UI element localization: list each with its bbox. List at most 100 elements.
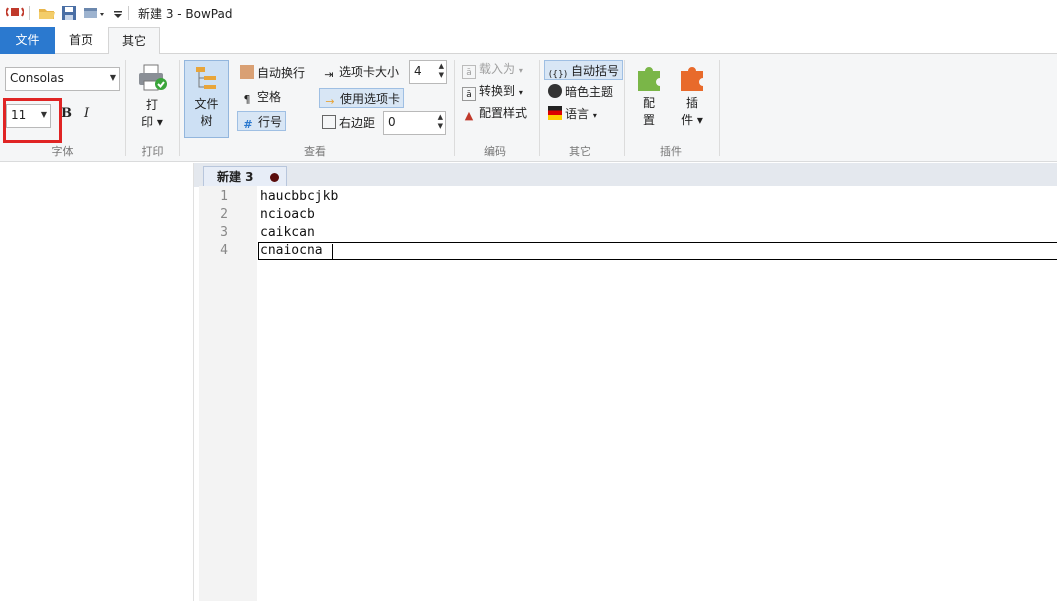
tab-home[interactable]: 首页 (55, 27, 107, 54)
group-label-font: 字体 (51, 145, 74, 158)
pilcrow-icon: ¶ (243, 93, 251, 106)
line-numbers-label: 行号 (258, 115, 283, 129)
tab-size-value: 4 (414, 64, 422, 78)
tab-arrow-icon: ⇥ (324, 68, 334, 81)
chevron-down-icon: ▼ (109, 73, 116, 82)
open-folder-icon[interactable] (38, 5, 56, 21)
word-wrap-button[interactable]: 自动换行 (240, 63, 305, 83)
convert-to-label: 转换到 (479, 84, 516, 98)
auto-brace-label: 自动括号 (571, 64, 620, 78)
config-label-2: 置 (642, 113, 655, 127)
document-tab[interactable]: 新建 3 (203, 166, 287, 187)
convert-to-button[interactable]: ā 转换到 ▾ (462, 81, 523, 101)
printer-icon (136, 63, 168, 95)
tab-size-label-wrap: ⇥ 选项卡大小 (322, 62, 399, 82)
use-tabs-button[interactable]: → 使用选项卡 (319, 88, 405, 108)
line-number: 1 (220, 189, 228, 204)
current-line-highlight (258, 242, 1057, 260)
auto-brace-button[interactable]: ({}) 自动括号 (544, 60, 624, 80)
ribbon-tab-bar: 文件 首页 其它 (0, 27, 1057, 55)
print-label-1: 打 (145, 98, 158, 112)
file-tree-button[interactable]: 文件 树 (184, 60, 229, 138)
vertical-scrollbar[interactable] (1050, 186, 1057, 601)
right-margin-label-wrap: 右边距 (322, 113, 375, 133)
group-separator (624, 60, 625, 156)
word-wrap-label: 自动换行 (257, 66, 306, 80)
brace-icon: ({}) (548, 70, 568, 80)
style-icon: ▲ (464, 109, 474, 122)
customize-toolbar-icon[interactable] (113, 5, 123, 21)
config-label-1: 配 (642, 96, 655, 110)
font-name-value: Consolas (10, 71, 64, 85)
margin-icon (322, 115, 336, 129)
file-tree-label-1: 文件 (194, 97, 219, 111)
print-button[interactable]: 打 印 ▾ (131, 60, 173, 138)
hash-icon: # (243, 118, 253, 131)
code-line[interactable]: ncioacb (260, 206, 315, 224)
ribbon-panel: Consolas ▼ 11 ▼ B I 字体 打 印 ▾ 打印 文件 树 自动换… (0, 54, 1057, 162)
config-style-label: 配置样式 (479, 106, 528, 120)
flag-icon (548, 106, 562, 120)
right-margin-value: 0 (388, 115, 396, 129)
chevron-down-icon: ▾ (518, 66, 523, 75)
tab-file[interactable]: 文件 (0, 27, 55, 54)
whitespace-label: 空格 (257, 90, 282, 104)
line-numbers-button[interactable]: # 行号 (237, 111, 287, 131)
group-label-plugins: 插件 (660, 145, 682, 158)
file-tree-label-2: 树 (200, 114, 213, 128)
line-number: 2 (220, 207, 228, 222)
group-separator (179, 60, 180, 156)
code-line[interactable]: caikcan (260, 224, 315, 242)
language-label: 语言 (565, 107, 590, 121)
font-name-combo[interactable]: Consolas ▼ (5, 67, 120, 91)
whitespace-button[interactable]: ¶ 空格 (240, 87, 282, 107)
load-as-button[interactable]: ā 载入为 ▾ (462, 59, 523, 79)
right-margin-spinner[interactable]: 0 ▲ ▼ (383, 111, 446, 135)
unsaved-dot-icon[interactable] (270, 173, 279, 182)
dark-theme-icon (548, 84, 562, 98)
tab-key-icon: → (325, 95, 335, 108)
group-separator (454, 60, 455, 156)
config-style-button[interactable]: ▲ 配置样式 (462, 103, 527, 123)
line-number: 3 (220, 225, 228, 240)
bold-button[interactable]: B (61, 106, 72, 121)
title-bar: 新建 3 - BowPad (0, 0, 1057, 27)
code-line[interactable]: haucbbcjkb (260, 188, 338, 206)
tab-size-spinner[interactable]: 4 ▲ ▼ (409, 60, 447, 84)
plugins-button[interactable]: 插 件 ▾ (672, 60, 712, 138)
right-margin-label: 右边距 (339, 116, 376, 130)
code-line[interactable]: cnaiocna (260, 242, 323, 260)
editor-tab-strip (194, 163, 1057, 187)
config-button[interactable]: 配 置 (630, 60, 668, 138)
toolbar-divider (128, 6, 129, 20)
app-icon (4, 5, 26, 21)
line-number: 4 (220, 243, 228, 258)
file-tree-icon (192, 64, 222, 94)
language-button[interactable]: 语言 ▾ (548, 104, 597, 124)
group-label-print: 打印 (141, 145, 164, 158)
word-wrap-icon (240, 65, 254, 79)
window-title: 新建 3 - BowPad (138, 7, 233, 21)
spinner-arrows-icon: ▲ ▼ (438, 62, 444, 79)
group-separator (539, 60, 540, 156)
save-icon[interactable] (61, 5, 77, 21)
group-label-view: 查看 (304, 145, 326, 158)
convert-icon: ā (462, 87, 476, 101)
chevron-down-icon: ▾ (592, 111, 597, 120)
italic-button[interactable]: I (84, 106, 89, 121)
dark-theme-button[interactable]: 暗色主题 (548, 82, 613, 102)
file-tree-panel[interactable] (0, 163, 194, 601)
tab-other[interactable]: 其它 (108, 27, 160, 55)
toolbar-divider (29, 6, 30, 20)
annotation-highlight-box (3, 98, 62, 143)
window-menu-icon[interactable] (83, 5, 109, 21)
document-tab-label: 新建 3 (217, 170, 254, 184)
load-as-label: 载入为 (479, 62, 516, 76)
spinner-arrows-icon: ▲ ▼ (437, 113, 443, 130)
use-tabs-label: 使用选项卡 (340, 92, 401, 106)
group-separator (719, 60, 720, 156)
plugins-label-2: 件 ▾ (681, 113, 703, 127)
dark-theme-label: 暗色主题 (565, 85, 614, 99)
puzzle-orange-icon (677, 63, 707, 93)
print-label-2: 印 ▾ (141, 115, 163, 129)
